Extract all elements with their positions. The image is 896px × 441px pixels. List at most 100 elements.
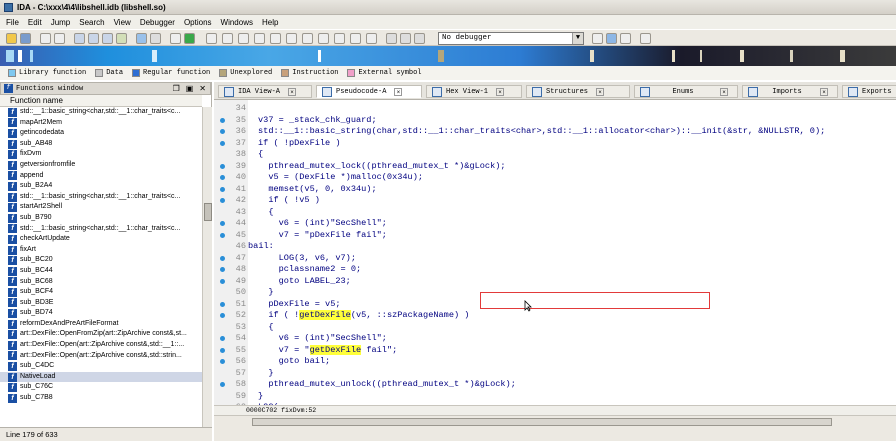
chevron-down-icon[interactable]: ▼ <box>572 33 583 44</box>
navigation-band[interactable] <box>0 46 896 66</box>
code-line[interactable]: 49 goto LABEL_23; <box>214 275 896 287</box>
comment-icon[interactable] <box>302 33 313 44</box>
scroll-thumb[interactable] <box>204 203 212 221</box>
function-list-item[interactable]: f sub_C7B8 <box>0 393 202 404</box>
close-tab-icon[interactable]: × <box>394 87 403 96</box>
breakpoint-dot-icon[interactable] <box>220 382 225 387</box>
code-line[interactable]: 37 if ( !pDexFile ) <box>214 137 896 149</box>
code-line[interactable]: 54 v6 = (int)"SecShell"; <box>214 332 896 344</box>
cut-icon[interactable] <box>74 33 85 44</box>
breakpoint-dot-icon[interactable] <box>220 267 225 272</box>
pin-icon[interactable]: ▣ <box>186 84 194 94</box>
highlighted-identifier[interactable]: getDexFile <box>299 310 351 320</box>
tab-pseudocode-a[interactable]: Pseudocode-A × <box>316 85 422 98</box>
pseudocode-view[interactable]: 34 35 v37 = _stack_chk_guard; 36 std::__1::b… <box>214 100 896 405</box>
debugger-select[interactable]: No debugger ▼ <box>438 32 584 45</box>
code-line[interactable]: 45 v7 = "pDexFile fail"; <box>214 229 896 241</box>
jump-icon[interactable] <box>136 33 147 44</box>
highlighted-identifier[interactable]: getDexFile <box>309 344 362 355</box>
breakpoint-dot-icon[interactable] <box>220 175 225 180</box>
menu-windows[interactable]: Windows <box>221 18 253 27</box>
code-line[interactable]: 34 <box>214 102 896 114</box>
breakpoint-dot-icon[interactable] <box>220 347 225 353</box>
function-list-item[interactable]: f sub_C4DC <box>0 361 202 372</box>
menu-file[interactable]: File <box>6 18 19 27</box>
breakpoint-dot-icon[interactable] <box>220 255 225 261</box>
menu-search[interactable]: Search <box>79 18 104 27</box>
step-over-icon[interactable] <box>606 33 617 44</box>
function-list-item[interactable]: f sub_BCF4 <box>0 287 202 298</box>
segment-icon[interactable] <box>318 33 329 44</box>
forward-icon[interactable] <box>54 33 65 44</box>
function-list-item[interactable]: f art::DexFile::Open(art::ZipArchive cons… <box>0 351 202 362</box>
breakpoint-dot-icon[interactable] <box>220 117 225 123</box>
menu-view[interactable]: View <box>114 18 131 27</box>
function-list-item[interactable]: f append <box>0 171 202 182</box>
close-tab-icon[interactable]: × <box>496 87 505 96</box>
code-icon[interactable] <box>350 33 361 44</box>
column-header-function-name[interactable]: Function name <box>0 95 202 107</box>
breakpoint-dot-icon[interactable] <box>220 198 225 203</box>
function-list-item[interactable]: f getincodedata <box>0 128 202 139</box>
function-list-item[interactable]: f sub_AB48 <box>0 139 202 150</box>
close-tab-icon[interactable]: × <box>820 87 828 96</box>
breakpoint-dot-icon[interactable] <box>220 359 225 364</box>
code-line[interactable]: 43 { <box>214 206 896 218</box>
code-line[interactable]: 38 { <box>214 148 896 160</box>
stop-icon[interactable] <box>414 33 425 44</box>
name-icon[interactable] <box>286 33 297 44</box>
function-list-item[interactable]: f sub_BC20 <box>0 255 202 266</box>
code-line[interactable]: 59} <box>214 390 896 402</box>
tab-hex-view-1[interactable]: Hex View-1 × <box>426 85 522 98</box>
function-list-item[interactable]: f std::__1::basic_string<char,std::__1::c… <box>0 192 202 203</box>
code-line[interactable]: 55 v7 = "getDexFile fail"; <box>214 344 896 356</box>
code-line[interactable]: 47 LOG(3, v6, v7); <box>214 252 896 264</box>
code-line[interactable]: 44 v6 = (int)"SecShell"; <box>214 217 896 229</box>
function-list-item[interactable]: f reformDexAndPreArtFileFormat <box>0 319 202 330</box>
function-list-item[interactable]: f getversionfromfile <box>0 160 202 171</box>
menu-help[interactable]: Help <box>262 18 278 27</box>
function-list-item[interactable]: f art::DexFile::Open(art::ZipArchive cons… <box>0 340 202 351</box>
text-search-icon[interactable] <box>150 33 161 44</box>
breakpoint-dot-icon[interactable] <box>220 163 225 169</box>
code-line[interactable]: 40 v5 = (DexFile *)malloc(0x34u); <box>214 171 896 183</box>
function-list-item[interactable]: f sub_BC44 <box>0 266 202 277</box>
code-line[interactable]: 41 memset(v5, 0, 0x34u); <box>214 183 896 195</box>
search-icon[interactable] <box>116 33 127 44</box>
scroll-thumb[interactable] <box>252 418 832 426</box>
code-line[interactable]: 42 if ( !v5 ) <box>214 194 896 206</box>
function-list-item[interactable]: f sub_C76C <box>0 382 202 393</box>
tab-enums[interactable]: Enums × <box>634 85 738 98</box>
restore-icon[interactable]: ❐ <box>173 84 180 94</box>
code-line[interactable]: 52 if ( !getDexFile(v5, ::szPackageName)… <box>214 309 896 321</box>
enum-icon[interactable] <box>238 33 249 44</box>
play-icon[interactable] <box>386 33 397 44</box>
function-list-item[interactable]: f mapArt2Mem <box>0 118 202 129</box>
breakpoint-dot-icon[interactable] <box>220 186 225 192</box>
code-line[interactable]: 48 pclassname2 = 0; <box>214 263 896 275</box>
code-line[interactable]: 56 goto bail; <box>214 355 896 367</box>
back-icon[interactable] <box>40 33 51 44</box>
function-list-item[interactable]: f std::__1::basic_string<char,std::__1::c… <box>0 107 202 118</box>
functions-scrollbar[interactable] <box>202 107 212 427</box>
paste-icon[interactable] <box>102 33 113 44</box>
function-list-item[interactable]: f sub_B2A4 <box>0 181 202 192</box>
undefine-icon[interactable] <box>334 33 345 44</box>
struct-icon[interactable] <box>222 33 233 44</box>
function-list-item[interactable]: f checkArtUpdate <box>0 234 202 245</box>
step-into-icon[interactable] <box>592 33 603 44</box>
function-list-item[interactable]: f startArt2Shell <box>0 202 202 213</box>
breakpoint-dot-icon[interactable] <box>220 129 225 134</box>
function-list-item[interactable]: f sub_BD74 <box>0 308 202 319</box>
code-horizontal-scrollbar[interactable] <box>214 415 896 427</box>
close-tab-icon[interactable]: × <box>596 87 605 96</box>
tab-imports[interactable]: Imports × <box>742 85 838 98</box>
settings-icon[interactable] <box>640 33 651 44</box>
code-line[interactable]: 36 std::__1::basic_string(char,std::__1::… <box>214 125 896 137</box>
function-list-item[interactable]: f sub_BC68 <box>0 277 202 288</box>
tab-ida-view-a[interactable]: IDA View-A × <box>218 85 312 98</box>
close-tab-icon[interactable]: × <box>288 87 297 96</box>
code-line[interactable]: 57 } <box>214 367 896 379</box>
menu-options[interactable]: Options <box>184 18 212 27</box>
run-to-cursor-icon[interactable] <box>620 33 631 44</box>
